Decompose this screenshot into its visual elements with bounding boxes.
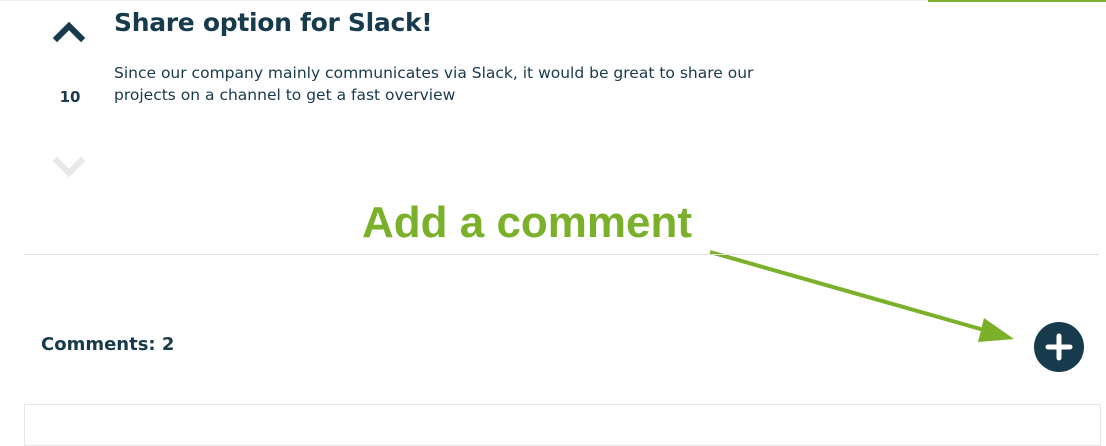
vote-count: 10 — [59, 88, 81, 106]
downvote-button[interactable] — [52, 154, 86, 182]
section-divider — [24, 254, 1099, 255]
plus-icon — [1045, 333, 1073, 361]
post-title: Share option for Slack! — [114, 8, 433, 37]
upvote-button[interactable] — [52, 16, 86, 44]
chevron-down-icon — [52, 156, 86, 178]
add-comment-button[interactable] — [1034, 322, 1084, 372]
comments-list — [24, 404, 1101, 446]
annotation-label: Add a comment — [362, 198, 693, 247]
chevron-up-icon — [52, 21, 86, 43]
post-description: Since our company mainly communicates vi… — [114, 64, 754, 104]
comments-count: Comments: 2 — [41, 334, 175, 355]
active-tab-indicator — [928, 0, 1106, 2]
